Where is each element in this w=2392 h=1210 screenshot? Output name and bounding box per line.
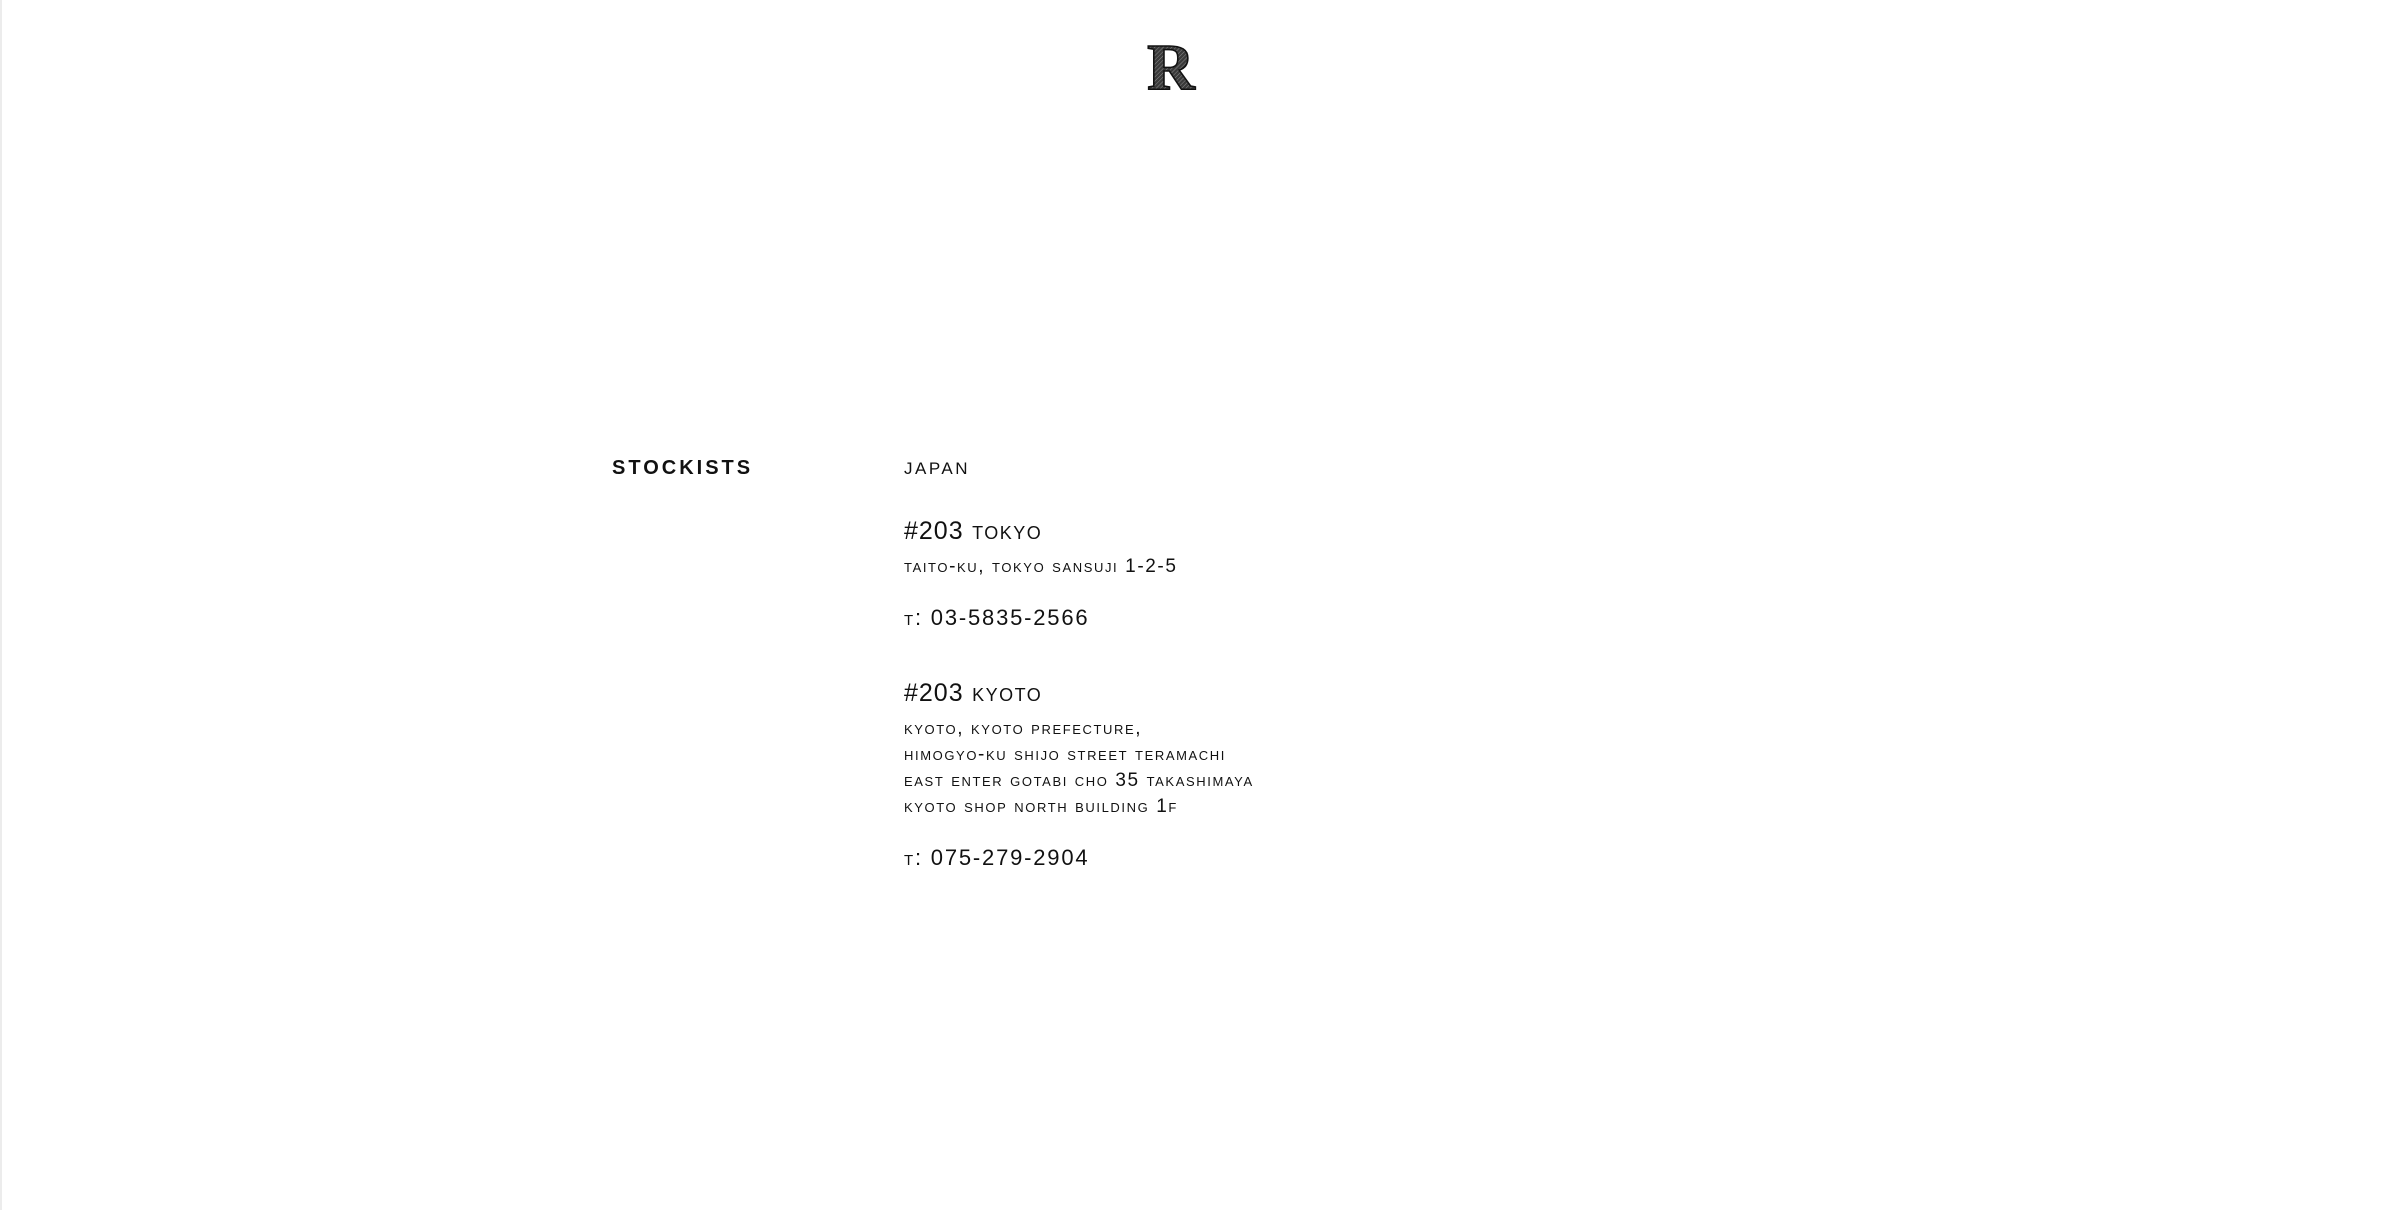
stockists-list: JAPAN #203 TOKYO TAITO-KU, TOKYO SANSUJI… <box>904 452 1604 872</box>
phone-number: 075-279-2904 <box>930 845 1090 870</box>
page-title: STOCKISTS <box>612 449 754 481</box>
store-address: KYOTO, KYOTO PREFECTURE, HIMOGYO-KU SHIJ… <box>904 716 1604 820</box>
country-heading: JAPAN <box>904 453 971 480</box>
store-city: KYOTO <box>972 679 1043 707</box>
address-line: KYOTO SHOP NORTH BUILDING 1F <box>904 796 1178 817</box>
store-number: #203 <box>904 517 964 545</box>
address-line: EAST ENTER GOTABI CHO 35 TAKASHIMAYA <box>904 770 1254 791</box>
store-name: #203 TOKYO <box>904 516 1604 546</box>
store-name: #203 KYOTO <box>904 678 1604 708</box>
store-address: TAITO-KU, TOKYO SANSUJI 1-2-5 <box>904 554 1604 580</box>
store-city: TOKYO <box>972 517 1043 545</box>
address-line: HIMOGYO-KU SHIJO STREET TERAMACHI <box>904 744 1226 765</box>
phone-number: 03-5835-2566 <box>930 605 1090 630</box>
logo-letter: R <box>1147 35 1196 93</box>
store-phone: T: 03-5835-2566 <box>904 604 1604 632</box>
page: R STOCKISTS JAPAN #203 TOKYO TAITO-KU, T… <box>0 0 2392 1210</box>
r-monogram-icon: R <box>1146 35 1197 93</box>
store-entry-tokyo: #203 TOKYO TAITO-KU, TOKYO SANSUJI 1-2-5… <box>904 516 1604 632</box>
store-phone: T: 075-279-2904 <box>904 844 1604 872</box>
address-line: KYOTO, KYOTO PREFECTURE, <box>904 718 1143 739</box>
store-entry-kyoto: #203 KYOTO KYOTO, KYOTO PREFECTURE, HIMO… <box>904 678 1604 872</box>
store-number: #203 <box>904 679 964 707</box>
home-logo-link[interactable]: R <box>1137 35 1205 93</box>
phone-label: T: <box>904 845 923 870</box>
phone-label: T: <box>904 605 923 630</box>
address-line: TAITO-KU, TOKYO SANSUJI 1-2-5 <box>904 556 1178 577</box>
